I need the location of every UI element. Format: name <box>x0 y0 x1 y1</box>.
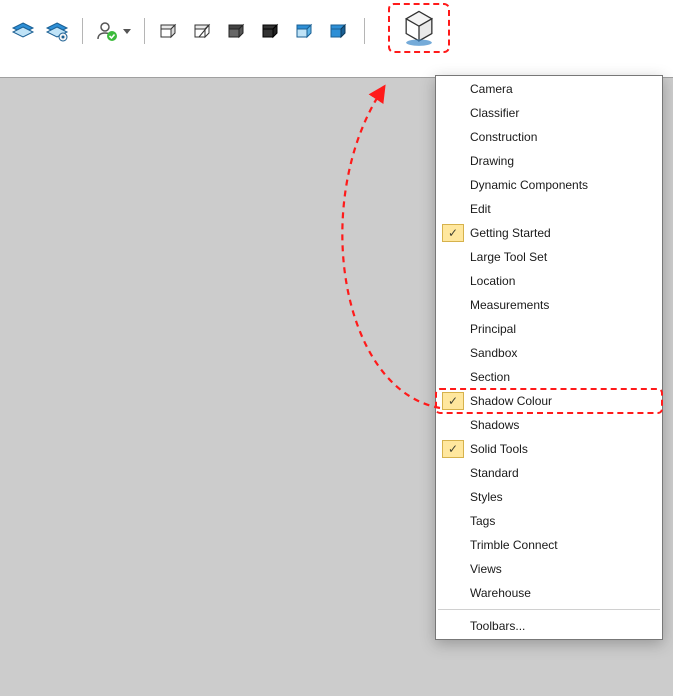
menu-item-label: Drawing <box>470 149 650 173</box>
check-icon: ✓ <box>442 392 464 410</box>
check-icon <box>442 128 464 146</box>
section-blue-a-icon[interactable] <box>290 16 320 46</box>
check-icon <box>442 617 464 635</box>
check-icon <box>442 416 464 434</box>
main-toolbar <box>0 0 673 78</box>
menu-item[interactable]: ✓ Getting Started <box>436 221 662 245</box>
section-display-icon[interactable] <box>188 16 218 46</box>
check-icon <box>442 152 464 170</box>
section-plane-icon[interactable] <box>154 16 184 46</box>
menu-item[interactable]: Location <box>436 269 662 293</box>
menu-item-label: Tags <box>470 509 650 533</box>
menu-item-label: Sandbox <box>470 341 650 365</box>
check-icon <box>442 488 464 506</box>
menu-item[interactable]: Dynamic Components <box>436 173 662 197</box>
layers-visible-icon[interactable] <box>8 16 38 46</box>
menu-item-label: Construction <box>470 125 650 149</box>
toolbar-separator <box>80 16 84 46</box>
menu-item[interactable]: Large Tool Set <box>436 245 662 269</box>
check-icon <box>442 560 464 578</box>
menu-item[interactable]: Views <box>436 557 662 581</box>
menu-item[interactable]: Construction <box>436 125 662 149</box>
check-icon <box>442 512 464 530</box>
menu-item[interactable]: Camera <box>436 77 662 101</box>
menu-item[interactable]: Classifier <box>436 101 662 125</box>
menu-item[interactable]: Measurements <box>436 293 662 317</box>
menu-item[interactable]: ✓ Solid Tools <box>436 437 662 461</box>
menu-item[interactable]: Warehouse <box>436 581 662 605</box>
check-icon <box>442 272 464 290</box>
check-icon <box>442 536 464 554</box>
chevron-down-icon <box>123 29 131 34</box>
menu-item-label: Location <box>470 269 650 293</box>
check-icon <box>442 368 464 386</box>
menu-item[interactable]: Standard <box>436 461 662 485</box>
menu-item-label: Shadows <box>470 413 650 437</box>
menu-item-label: Warehouse <box>470 581 650 605</box>
check-icon: ✓ <box>442 224 464 242</box>
menu-item-label: Styles <box>470 485 650 509</box>
user-approved-icon[interactable] <box>92 16 134 46</box>
menu-item-label: Principal <box>470 317 650 341</box>
check-icon <box>442 296 464 314</box>
menu-item[interactable]: Styles <box>436 485 662 509</box>
menu-item[interactable]: Tags <box>436 509 662 533</box>
section-fill-icon[interactable] <box>256 16 286 46</box>
menu-item-label: Getting Started <box>470 221 650 245</box>
menu-item[interactable]: Edit <box>436 197 662 221</box>
menu-item-toolbars[interactable]: Toolbars... <box>436 614 662 638</box>
section-cut-icon[interactable] <box>222 16 252 46</box>
check-icon <box>442 200 464 218</box>
menu-item-label: Measurements <box>470 293 650 317</box>
menu-item[interactable]: Section <box>436 365 662 389</box>
menu-item-label: Section <box>470 365 650 389</box>
menu-item[interactable]: Drawing <box>436 149 662 173</box>
menu-item[interactable]: Sandbox <box>436 341 662 365</box>
menu-item-label: Views <box>470 557 650 581</box>
menu-item-label: Trimble Connect <box>470 533 650 557</box>
section-blue-b-icon[interactable] <box>324 16 354 46</box>
menu-separator <box>438 609 660 610</box>
menu-item-label: Toolbars... <box>470 614 650 638</box>
toolbars-context-menu: CameraClassifierConstructionDrawingDynam… <box>435 75 663 640</box>
check-icon <box>442 104 464 122</box>
check-icon <box>442 320 464 338</box>
menu-item-label: Camera <box>470 77 650 101</box>
menu-item-label: Dynamic Components <box>470 173 650 197</box>
check-icon <box>442 464 464 482</box>
toolbar-row <box>0 0 673 64</box>
menu-item-label: Edit <box>470 197 650 221</box>
plugin-cube-icon[interactable] <box>388 3 450 53</box>
menu-item-label: Classifier <box>470 101 650 125</box>
menu-item[interactable]: Shadows <box>436 413 662 437</box>
menu-item-label: Standard <box>470 461 650 485</box>
toolbar-separator <box>362 16 366 46</box>
menu-item[interactable]: ✓ Shadow Colour <box>436 389 662 413</box>
check-icon <box>442 248 464 266</box>
check-icon <box>442 584 464 602</box>
menu-item-label: Large Tool Set <box>470 245 650 269</box>
menu-item-label: Solid Tools <box>470 437 650 461</box>
menu-item-label: Shadow Colour <box>470 389 650 413</box>
check-icon <box>442 176 464 194</box>
check-icon <box>442 344 464 362</box>
check-icon: ✓ <box>442 440 464 458</box>
menu-item[interactable]: Trimble Connect <box>436 533 662 557</box>
layers-settings-icon[interactable] <box>42 16 72 46</box>
check-icon <box>442 80 464 98</box>
menu-item[interactable]: Principal <box>436 317 662 341</box>
toolbar-separator <box>142 16 146 46</box>
